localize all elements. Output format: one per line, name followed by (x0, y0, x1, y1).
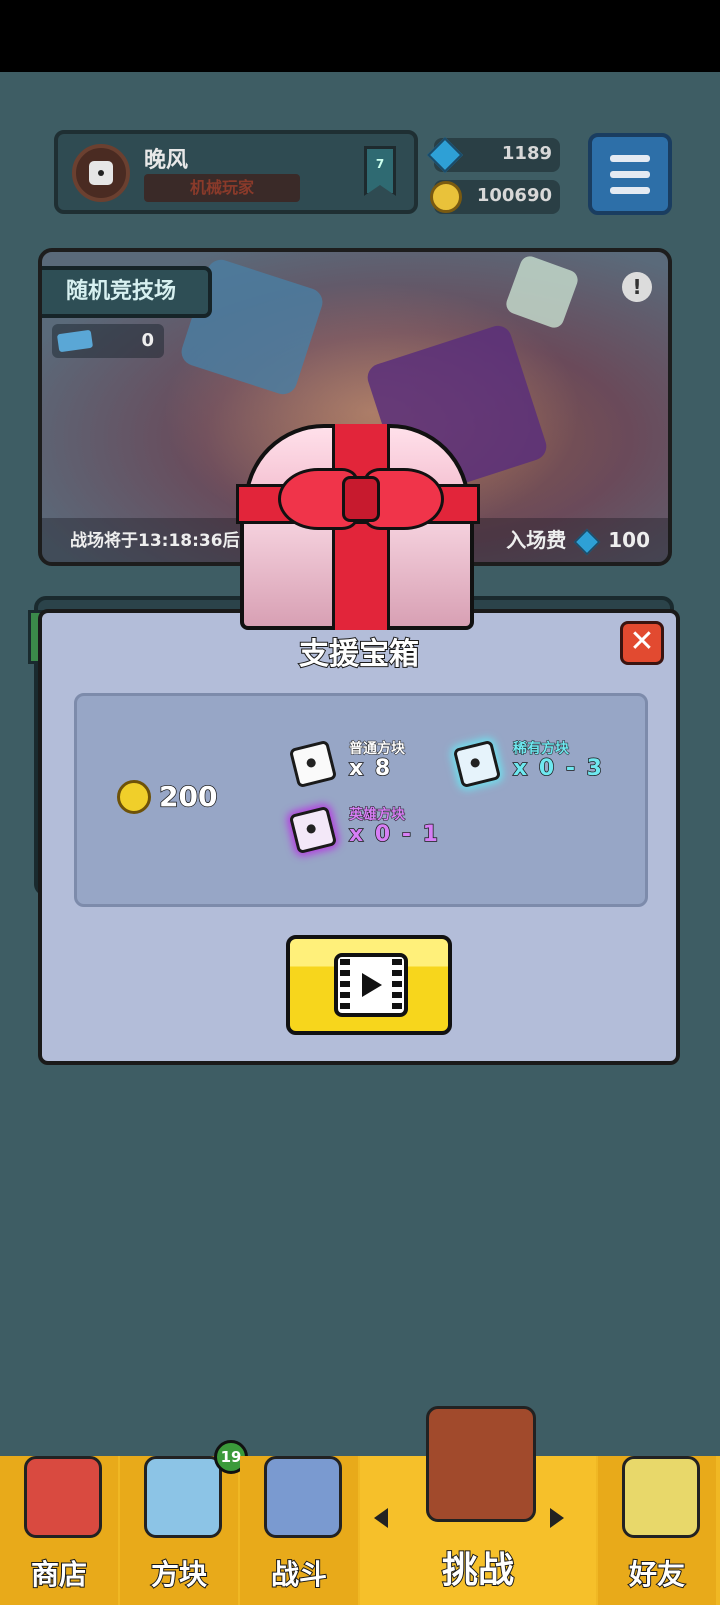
gift-chest-image (232, 418, 484, 636)
hero-block-icon (288, 805, 338, 855)
rare-block-icon (452, 739, 502, 789)
play-icon (362, 973, 382, 997)
reward-qty: x 0 - 1 (348, 821, 440, 848)
arrow-right-icon[interactable] (550, 1508, 564, 1528)
gold-counter[interactable]: 100690 (430, 180, 560, 214)
bottom-nav: 商店 19 方块 战斗 挑战 好友 (0, 1406, 720, 1605)
close-button[interactable]: ✕ (620, 621, 664, 665)
ticket-icon (56, 329, 94, 353)
common-block-icon (288, 739, 338, 789)
arena-countdown: 战场将于13:18:36后 (70, 531, 240, 551)
rewards-panel: 200 普通方块 x 8 稀有方块 x 0 - 3 英雄方块 x 0 - 1 (74, 693, 648, 907)
nav-blocks[interactable]: 19 方块 (120, 1440, 248, 1605)
die-icon (89, 161, 113, 185)
reward-name: 稀有方块 (513, 741, 570, 758)
coin-reward: 200 (158, 779, 218, 814)
nav-label: 好友 (628, 1557, 686, 1592)
reward-qty: x 8 (348, 755, 393, 782)
block-icon (144, 1456, 222, 1538)
ticket-value: 0 (141, 330, 154, 351)
arena-title: 随机竞技场 (42, 266, 212, 318)
nav-label: 战斗 (270, 1557, 328, 1592)
ticket-counter: 0 (52, 324, 164, 358)
nav-challenge[interactable]: 挑战 (360, 1406, 596, 1605)
gem-counter[interactable]: 1189 (426, 136, 560, 174)
gold-value: 100690 (476, 185, 552, 206)
menu-icon (610, 155, 650, 162)
rank-badge: 7 (364, 146, 396, 196)
arrow-left-icon[interactable] (374, 1508, 388, 1528)
gold-coin-icon (430, 181, 462, 213)
player-title: 机械玩家 (144, 174, 300, 202)
nav-battle[interactable]: 战斗 (240, 1456, 358, 1605)
nav-shop[interactable]: 商店 (0, 1456, 118, 1605)
status-bar (0, 0, 720, 72)
reward-name: 普通方块 (349, 741, 406, 758)
gem-value: 1189 (501, 143, 552, 164)
nav-label: 商店 (30, 1557, 88, 1592)
player-profile[interactable]: 晚风 机械玩家 7 (54, 130, 418, 214)
player-name: 晚风 (144, 148, 189, 173)
battle-icon (264, 1456, 342, 1538)
avatar (72, 144, 130, 202)
friends-icon (622, 1456, 700, 1538)
nav-label: 方块 (150, 1557, 208, 1592)
entry-fee: 入场费 100 (506, 524, 650, 555)
gem-icon (574, 528, 601, 555)
shop-icon (24, 1456, 102, 1538)
menu-button[interactable] (588, 133, 672, 215)
info-icon[interactable]: ! (622, 272, 652, 302)
nav-label: 挑战 (441, 1549, 515, 1592)
support-chest-dialog: 支援宝箱 ✕ 200 普通方块 x 8 稀有方块 x 0 - 3 英雄方块 x … (38, 609, 680, 1065)
reward-qty: x 0 - 3 (512, 755, 604, 782)
challenge-icon (426, 1406, 536, 1522)
gold-coin-icon (117, 780, 151, 814)
nav-friends[interactable]: 好友 (598, 1456, 716, 1605)
reward-name: 英雄方块 (349, 807, 406, 824)
video-icon (334, 953, 408, 1017)
watch-video-button[interactable] (286, 935, 452, 1035)
